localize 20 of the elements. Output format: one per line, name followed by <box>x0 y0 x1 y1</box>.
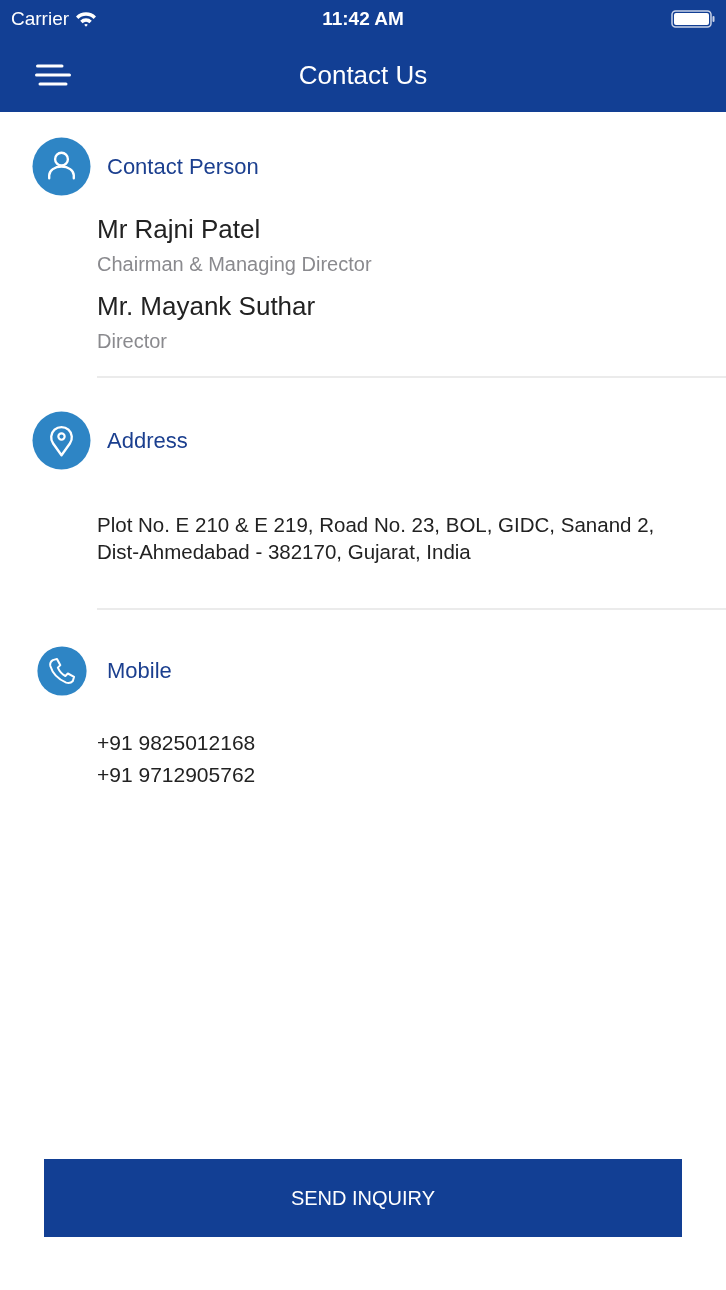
address-text: Plot No. E 210 & E 219, Road No. 23, BOL, GIDC, Sanand 2, Dist-Ahmedabad - 382170, Gujarat, India <box>97 512 656 565</box>
person-role: Chairman & Managing Director <box>97 252 372 277</box>
wifi-icon <box>75 10 98 27</box>
battery-icon <box>671 9 715 28</box>
location-pin-icon <box>32 411 91 470</box>
menu-icon <box>35 63 71 86</box>
section-title: Contact Person <box>107 155 259 178</box>
person-role: Director <box>97 329 167 354</box>
person-name: Mr. Mayank Suthar <box>97 290 316 323</box>
screen-title: Contact Us <box>298 61 428 88</box>
section-title: Address <box>107 429 188 452</box>
send-inquiry-button[interactable]: SEND INQUIRY <box>44 1159 682 1237</box>
phone-number: +91 9712905762 <box>97 762 256 788</box>
person-name: Mr Rajni Patel <box>97 213 261 246</box>
carrier-label: Carrier <box>11 9 70 28</box>
section-title: Mobile <box>107 660 172 682</box>
clock-time: 11:42 AM <box>322 9 404 28</box>
phone-icon <box>37 646 87 696</box>
person-icon <box>32 137 91 196</box>
phone-number: +91 9825012168 <box>97 730 256 756</box>
